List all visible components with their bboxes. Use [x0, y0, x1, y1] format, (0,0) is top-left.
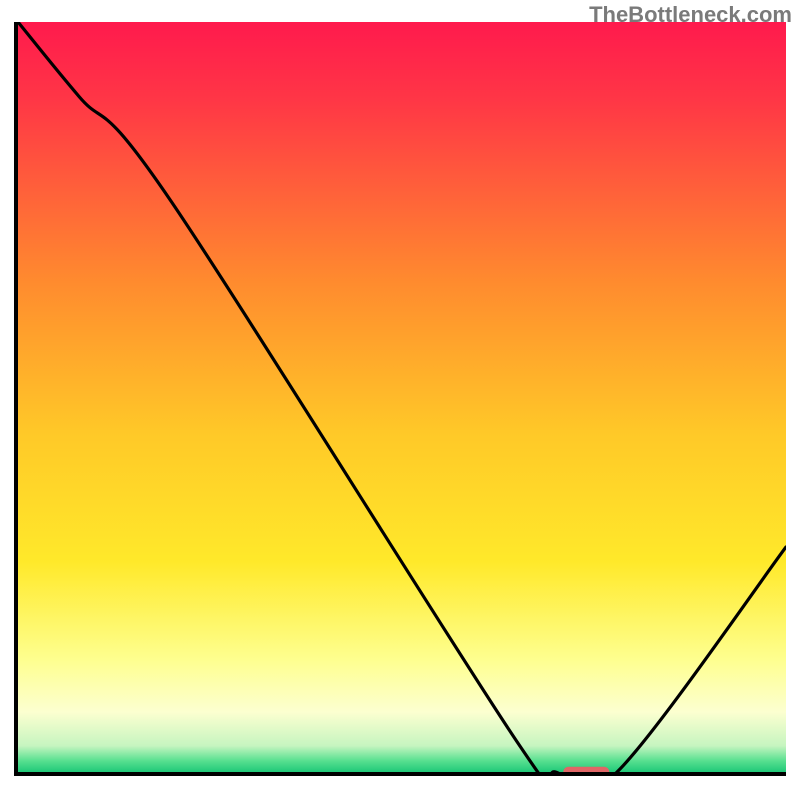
optimal-marker: [563, 767, 609, 772]
watermark-text: TheBottleneck.com: [589, 2, 792, 28]
chart-plot-area: [14, 22, 786, 776]
chart-svg: [18, 22, 786, 772]
chart-background: [18, 22, 786, 772]
